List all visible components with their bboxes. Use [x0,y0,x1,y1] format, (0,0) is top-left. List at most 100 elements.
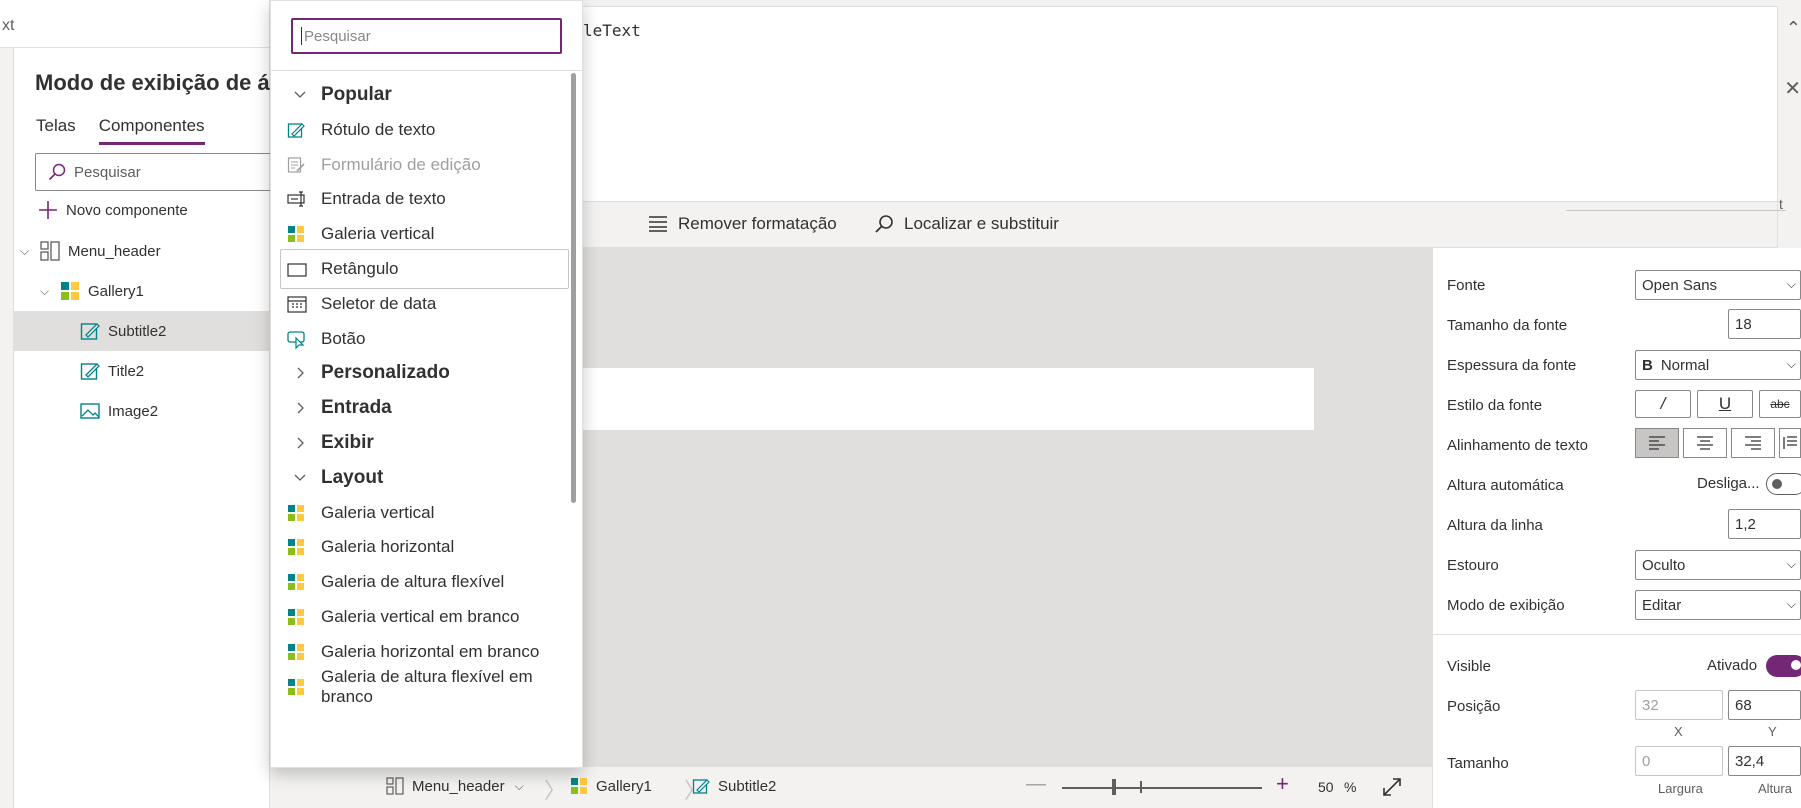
tab-components[interactable]: Componentes [98,116,205,145]
line-height-value: 1,2 [1735,515,1756,533]
chevron-right-icon [293,366,307,380]
tree-item-menu-header[interactable]: ⌵ Menu_header [14,231,270,271]
line-height-input[interactable]: 1,2 [1728,509,1801,539]
strikethrough-button[interactable]: abc [1759,390,1801,418]
menu-scrollbar[interactable] [571,73,576,503]
visible-value: Ativado [1707,657,1758,674]
breadcrumb-label: Menu_header [412,777,505,795]
property-name-text: xt [2,17,15,34]
fit-to-window-icon[interactable] [1382,777,1402,797]
tree-item-label: Subtitle2 [108,322,167,340]
underline-button[interactable]: U [1697,390,1753,418]
position-y-value: 68 [1735,696,1752,714]
menu-divider [271,70,582,71]
calendar-icon [287,295,307,313]
align-left-button[interactable] [1635,428,1679,458]
chevron-right-icon [293,436,307,450]
font-dropdown[interactable]: Open Sans ⌵ [1635,270,1801,300]
menu-item-label: Exibir [321,432,374,453]
x-label: X [1674,724,1683,739]
font-size-label: Tamanho da fonte [1447,317,1568,334]
chevron-down-icon[interactable]: ⌵ [20,244,34,259]
visible-toggle[interactable] [1766,655,1801,677]
zoom-slider-tick [1140,781,1142,793]
chevron-down-icon: ⌵ [1786,357,1796,371]
width-input[interactable]: 0 [1635,746,1723,776]
font-size-input[interactable]: 18 [1728,309,1801,339]
breadcrumb-gallery1[interactable]: Gallery1 [570,777,652,795]
insert-search-placeholder: Pesquisar [304,27,371,45]
gallery-icon [287,608,305,626]
position-x-value: 32 [1642,696,1659,714]
align-center-button[interactable] [1683,428,1727,458]
font-weight-value: Normal [1660,356,1710,374]
text-align-label: Alinhamento de texto [1447,437,1588,454]
display-mode-dropdown[interactable]: Editar ⌵ [1635,590,1801,620]
find-replace-button[interactable]: Localizar e substituir [874,214,1059,234]
text-cursor [301,27,302,45]
menu-item[interactable]: Galeria de altura flexível em branco [271,667,571,707]
status-bar: Menu_header ⌵ 〉 Gallery1 〉 Subtitle2 — +… [366,766,1432,808]
chevron-down-icon[interactable]: ⌵ [515,779,524,794]
menu-item-label: Galeria vertical [321,502,435,522]
display-mode-label: Modo de exibição [1447,597,1565,614]
font-weight-dropdown[interactable]: B Normal ⌵ [1635,350,1801,380]
align-left-icon [1649,436,1665,450]
position-y-input[interactable]: 68 [1728,690,1801,720]
zoom-in-button[interactable]: + [1276,771,1289,797]
new-component-button[interactable]: Novo componente [38,200,188,220]
tree-item-label: Gallery1 [88,282,144,300]
menu-item-label: Entrada [321,397,392,419]
remove-formatting-button[interactable]: Remover formatação [648,214,837,234]
tree-item-title2[interactable]: Title2 [14,351,270,391]
label-icon [692,779,710,794]
auto-height-label: Altura automática [1447,477,1564,494]
align-justify-button[interactable] [1779,428,1801,458]
breadcrumb-subtitle2[interactable]: Subtitle2 [692,777,776,795]
insert-search-input[interactable]: Pesquisar [291,18,562,54]
menu-item-label: Layout [321,466,384,488]
auto-height-toggle[interactable] [1766,473,1801,495]
tree-search-input[interactable]: Pesquisar [35,153,275,191]
overflow-dropdown[interactable]: Oculto ⌵ [1635,550,1801,580]
zoom-unit: % [1344,779,1357,795]
tree-item-gallery1[interactable]: ⌵ Gallery1 [14,271,270,311]
component-icon [40,241,60,261]
zoom-slider-thumb[interactable] [1112,779,1116,795]
breadcrumb-label: Subtitle2 [718,777,777,795]
chevron-down-icon [293,88,307,102]
align-right-button[interactable] [1731,428,1775,458]
height-label: Altura [1758,781,1792,796]
search-icon [875,215,893,233]
menu-item-label: Galeria de altura flexível em branco [321,666,533,706]
line-height-label: Altura da linha [1447,517,1543,534]
chevron-down-icon[interactable]: ⌵ [40,284,54,299]
collapse-icon[interactable]: ⌃ [1786,18,1801,39]
tab-screens[interactable]: Telas [36,116,76,145]
menu-item-label: Galeria horizontal [321,537,455,557]
gallery-icon [287,643,305,661]
gallery-icon [287,504,305,522]
canvas-gallery-item[interactable] [570,368,1314,430]
close-icon[interactable]: ✕ [1784,76,1801,101]
label-icon [80,323,100,340]
gallery-icon [287,678,305,696]
width-label: Largura [1658,781,1703,796]
zoom-slider[interactable] [1062,787,1262,789]
position-x-input[interactable]: 32 [1635,690,1723,720]
zoom-out-button[interactable]: — [1026,773,1046,796]
image-icon [80,403,100,419]
height-input[interactable]: 32,4 [1728,746,1801,776]
tree-item-subtitle2[interactable]: Subtitle2 [14,311,270,351]
italic-button[interactable]: / [1635,390,1691,418]
chevron-down-icon: ⌵ [1786,277,1796,291]
breadcrumb-menu-header[interactable]: Menu_header ⌵ [386,777,524,795]
button-icon [287,330,307,350]
tree-item-image2[interactable]: Image2 [14,391,270,431]
property-name-box[interactable]: xt [0,0,270,48]
remove-formatting-label: Remover formatação [678,214,837,233]
label-icon [287,121,305,139]
menu-item-label: Popular [321,84,392,105]
tree-item-label: Title2 [108,362,145,380]
tree-tabs: Telas Componentes [36,116,205,145]
